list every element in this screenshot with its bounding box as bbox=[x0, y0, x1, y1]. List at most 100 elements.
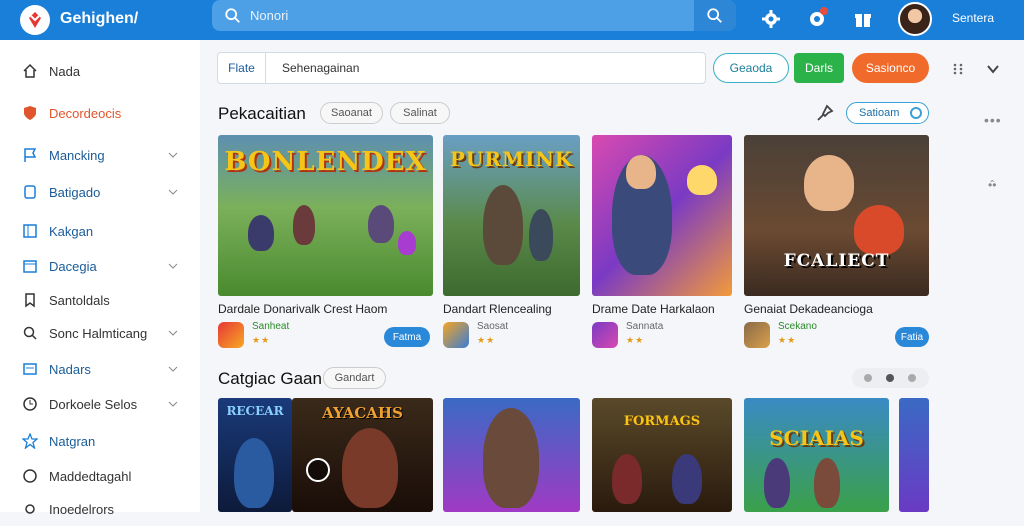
sidebar-item-11[interactable]: Natgran bbox=[0, 424, 200, 458]
game-card[interactable]: PURMINK Dandart Rlencealing Saosat ★★ bbox=[443, 135, 580, 348]
game-thumbnail[interactable]: AYACAHS bbox=[292, 398, 433, 512]
filter-field[interactable]: Flate Sehenagainan bbox=[217, 52, 706, 84]
pin-icon[interactable] bbox=[816, 104, 834, 122]
app-logo[interactable] bbox=[20, 5, 50, 35]
game-thumbnail[interactable]: FCALIECT bbox=[744, 135, 929, 296]
pager-dot[interactable] bbox=[864, 374, 872, 382]
section-title: Pekacaitian bbox=[218, 104, 306, 123]
search-button[interactable] bbox=[694, 0, 736, 31]
pin-icon bbox=[22, 184, 38, 200]
rating-stars: ★★ bbox=[778, 335, 797, 345]
game-thumbnail[interactable] bbox=[899, 398, 929, 512]
sidebar-item-label: Decordeocis bbox=[49, 105, 122, 121]
sidebar-item-9[interactable]: Nadars bbox=[0, 352, 200, 386]
grid-dots-icon[interactable] bbox=[951, 62, 965, 76]
sidebar-item-8[interactable]: Sonc Halmticang bbox=[0, 316, 200, 350]
outline-button[interactable]: Geaoda bbox=[713, 53, 789, 83]
game-title-art: RECEAR bbox=[226, 404, 284, 418]
filter-label[interactable]: Flate bbox=[218, 53, 266, 83]
sidebar-item-7[interactable]: Santoldals bbox=[0, 283, 200, 317]
get-button[interactable]: Fatia bbox=[895, 327, 929, 347]
game-title-art: FCALIECT bbox=[783, 251, 890, 271]
sidebar-item-home[interactable]: Nada bbox=[0, 54, 200, 88]
sidebar-item-4[interactable]: Batigado bbox=[0, 175, 200, 209]
more-options-icon[interactable]: ••• bbox=[984, 112, 1002, 128]
game-name[interactable]: Dardale Donarivalk Crest Haom bbox=[218, 302, 387, 316]
chevron-down-icon bbox=[168, 366, 178, 372]
sidebar-item-label: Natgran bbox=[49, 433, 96, 449]
gifts-button[interactable] bbox=[850, 6, 876, 32]
carousel-pager[interactable] bbox=[852, 368, 929, 388]
pager-dot[interactable] bbox=[908, 374, 916, 382]
sidebar-item-label: Inoedelrors bbox=[49, 501, 115, 517]
sort-button[interactable]: Satioam bbox=[846, 102, 929, 124]
sidebar-item-6[interactable]: Dacegia bbox=[0, 249, 200, 283]
chevron-down-icon bbox=[168, 330, 178, 336]
settings-button[interactable] bbox=[758, 6, 784, 32]
sidebar-item-5[interactable]: Kakgan bbox=[0, 214, 200, 248]
green-button[interactable]: Darls bbox=[794, 53, 844, 83]
search-bar[interactable]: Nonori bbox=[212, 0, 736, 31]
game-thumbnail[interactable]: RECEAR bbox=[218, 398, 292, 512]
developer-name: Sanheat bbox=[252, 321, 290, 332]
sidebar-item-label: Batigado bbox=[49, 184, 101, 200]
sort-label: Satioam bbox=[859, 107, 900, 119]
game-card[interactable]: BONLENDEX Dardale Donarivalk Crest Haom … bbox=[218, 135, 433, 348]
game-name[interactable]: Drame Date Harkalaon bbox=[592, 302, 715, 316]
sidebar-item-10[interactable]: Dorkoele Selos bbox=[0, 387, 200, 421]
pager-dot[interactable] bbox=[886, 374, 894, 382]
sidebar-item-label: Kakgan bbox=[49, 223, 94, 239]
get-button[interactable]: Fatma bbox=[384, 327, 430, 347]
top-bar: Gehighen/ Nonori Sentera bbox=[0, 0, 1024, 40]
expand-icon[interactable]: •̂• bbox=[988, 178, 996, 192]
rating-stars: ★★ bbox=[252, 335, 271, 345]
character-face bbox=[804, 155, 854, 211]
sidebar-item-active[interactable]: Decordeocis bbox=[0, 96, 200, 130]
circle-icon bbox=[22, 468, 38, 484]
developer-name: Saosat bbox=[477, 321, 509, 332]
shield-icon bbox=[22, 105, 38, 121]
game-card[interactable]: FCALIECT Genaiat Dekadeancioga Scekano ★… bbox=[744, 135, 929, 348]
game-title-art: BONLENDEX bbox=[224, 147, 427, 177]
game-card[interactable]: Drame Date Harkalaon Sannata ★★ bbox=[592, 135, 732, 348]
game-thumbnail[interactable] bbox=[443, 398, 580, 512]
filter-value[interactable]: Sehenagainan bbox=[282, 61, 359, 75]
game-thumbnail[interactable]: BONLENDEX bbox=[218, 135, 433, 296]
sidebar-item-12[interactable]: Maddedtagahl bbox=[0, 459, 200, 493]
game-title-art: AYACAHS bbox=[322, 404, 403, 422]
character-face bbox=[626, 155, 656, 189]
star-icon bbox=[22, 433, 38, 449]
game-thumbnail[interactable]: PURMINK bbox=[443, 135, 580, 296]
game-thumbnail[interactable]: SCIAIAS bbox=[744, 398, 889, 512]
game-thumbnail[interactable] bbox=[592, 135, 732, 296]
chevron-down-icon bbox=[168, 189, 178, 195]
logo-icon bbox=[29, 12, 41, 28]
search-input[interactable]: Nonori bbox=[250, 8, 288, 23]
sidebar-item-label: Maddedtagahl bbox=[49, 468, 132, 484]
character-figure bbox=[764, 458, 790, 508]
game-name[interactable]: Genaiat Dekadeancioga bbox=[744, 302, 873, 316]
sidebar-item-3[interactable]: Mancking bbox=[0, 138, 200, 172]
sidebar-item-label: Nada bbox=[49, 63, 81, 79]
filter-chip[interactable]: Salinat bbox=[390, 102, 450, 124]
user-name[interactable]: Sentera bbox=[952, 11, 994, 25]
chevron-down-icon[interactable] bbox=[986, 62, 1000, 76]
developer-name: Scekano bbox=[778, 321, 817, 332]
game-name[interactable]: Dandart Rlencealing bbox=[443, 302, 552, 316]
sidebar-item-13[interactable]: Inoedelrors bbox=[0, 492, 200, 526]
filter-chip[interactable]: Gandart bbox=[323, 367, 386, 389]
game-thumbnail[interactable]: FORMAGS bbox=[592, 398, 732, 512]
orange-button[interactable]: Sasionco bbox=[852, 53, 929, 83]
glow-effect bbox=[687, 165, 717, 195]
calendar-icon bbox=[22, 258, 38, 274]
search-icon bbox=[707, 7, 722, 23]
filter-chip[interactable]: Saoanat bbox=[320, 102, 383, 124]
notifications-button[interactable] bbox=[804, 6, 830, 32]
list-icon bbox=[22, 361, 38, 377]
character-figure bbox=[672, 454, 702, 504]
sidebar-item-label: Mancking bbox=[49, 147, 105, 163]
play-video-button[interactable] bbox=[306, 458, 330, 482]
chevron-down-icon bbox=[168, 152, 178, 158]
search-icon bbox=[22, 325, 38, 341]
user-avatar[interactable] bbox=[898, 2, 932, 36]
